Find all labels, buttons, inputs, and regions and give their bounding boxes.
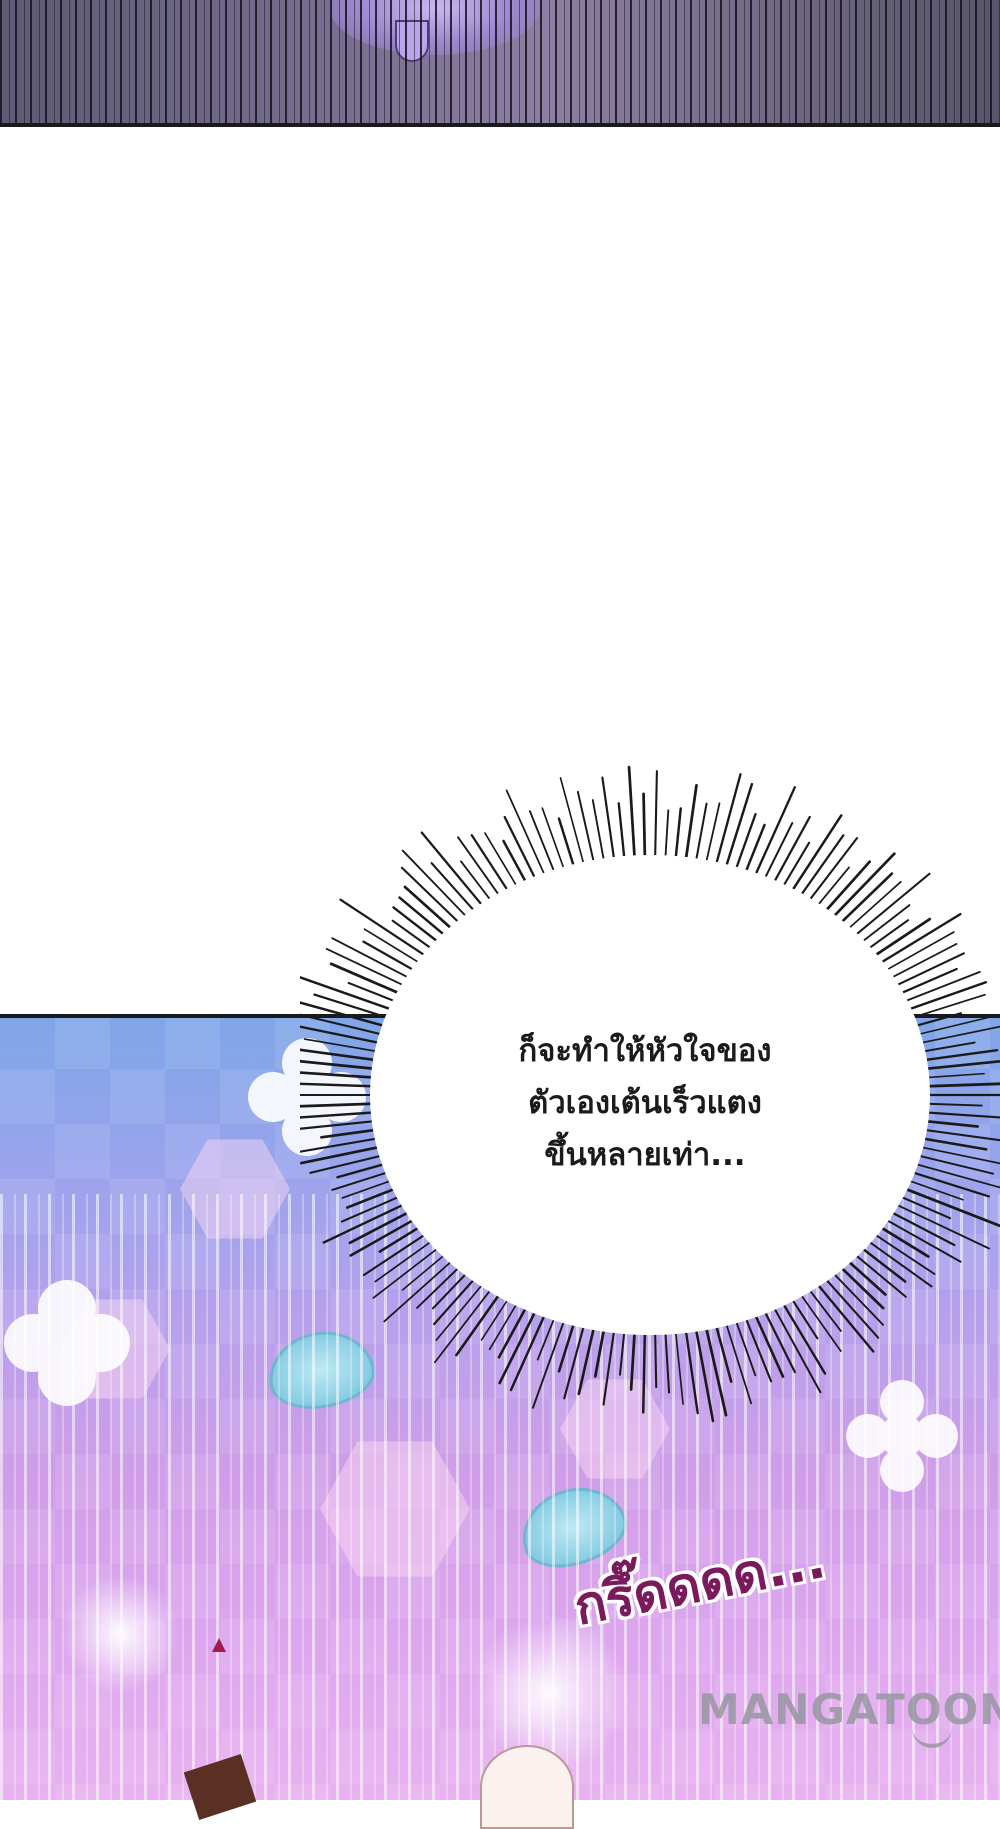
speed-lines xyxy=(0,0,1000,127)
burst-spike xyxy=(300,1119,383,1130)
burst-spike xyxy=(300,1059,384,1071)
burst-spike xyxy=(841,880,902,935)
burst-spike xyxy=(713,773,742,873)
burst-spike xyxy=(803,837,859,908)
burst-spike xyxy=(663,1323,671,1394)
burst-spike xyxy=(769,1299,822,1394)
burst-spike xyxy=(505,789,549,883)
burst-spike xyxy=(435,1277,489,1341)
burst-spike xyxy=(300,1110,382,1119)
burst-spike xyxy=(703,1318,728,1417)
burst-spike xyxy=(723,1315,753,1405)
speech-bubble-text: ก็จะทำให้หัวใจของ ตัวเองเต้นเร็วแตง ขึ้น… xyxy=(455,1025,835,1181)
burst-spike xyxy=(827,1266,885,1326)
burst-spike xyxy=(867,1229,936,1275)
burst-spike xyxy=(786,814,843,899)
character-ear-fragment xyxy=(480,1745,574,1829)
burst-spike xyxy=(372,1242,445,1299)
mangatoon-watermark: MANGATOON xyxy=(698,1685,1000,1734)
burst-spike xyxy=(528,810,559,880)
burst-spike xyxy=(861,1235,933,1288)
burst-spike xyxy=(601,776,617,869)
burst-spike xyxy=(457,836,505,903)
burst-spike xyxy=(910,1016,992,1037)
burst-spike xyxy=(300,1102,382,1108)
speech-line: ขึ้นหลายเท่า... xyxy=(544,1137,746,1173)
burst-spike xyxy=(751,786,796,884)
burst-spike xyxy=(374,1236,439,1283)
burst-spike xyxy=(915,1049,999,1063)
burst-spike xyxy=(848,1248,907,1298)
burst-spike xyxy=(778,1295,827,1375)
top-comic-panel xyxy=(0,0,1000,127)
burst-spike xyxy=(819,860,871,919)
burst-spike xyxy=(400,866,466,929)
burst-spike xyxy=(300,1082,382,1088)
panel-border xyxy=(0,123,1000,127)
burst-spike xyxy=(563,1317,587,1400)
burst-spike xyxy=(910,1152,995,1175)
burst-spike xyxy=(403,885,459,936)
burst-spike xyxy=(848,872,931,942)
burst-spike xyxy=(912,1025,1000,1046)
burst-spike xyxy=(433,1282,497,1364)
burst-spike xyxy=(339,898,433,961)
burst-spike xyxy=(878,931,955,975)
burst-spike xyxy=(674,1323,684,1405)
burst-spike xyxy=(918,1110,1000,1119)
burst-spike xyxy=(300,1071,383,1080)
burst-spike xyxy=(641,1323,647,1414)
burst-spike xyxy=(683,1321,699,1415)
burst-spike xyxy=(331,937,417,983)
burst-spike xyxy=(878,1215,962,1263)
burst-spike xyxy=(653,770,658,867)
burst-spike xyxy=(591,799,607,870)
burst-spike xyxy=(795,1287,842,1353)
speech-line: ตัวเองเต้นเร็วแตง xyxy=(528,1085,762,1121)
burst-spike xyxy=(819,1272,880,1339)
burst-spike xyxy=(918,1082,1000,1088)
burst-spike xyxy=(834,872,894,930)
burst-spike xyxy=(559,777,587,873)
burst-spike xyxy=(683,783,698,869)
burst-spike xyxy=(627,765,637,867)
burst-spike xyxy=(322,1200,412,1244)
burst-spike xyxy=(300,1013,391,1038)
burst-spike xyxy=(430,862,481,918)
burst-spike xyxy=(309,1152,391,1174)
burst-spike xyxy=(455,1286,505,1357)
burst-spike xyxy=(896,1184,1000,1228)
burst-spike xyxy=(642,792,647,867)
burst-spike xyxy=(795,834,845,903)
burst-spike xyxy=(362,1229,433,1277)
speech-line: ก็จะทำให้หัวใจของ xyxy=(518,1033,772,1069)
burst-spike xyxy=(602,1322,617,1406)
burst-spike xyxy=(541,807,568,878)
